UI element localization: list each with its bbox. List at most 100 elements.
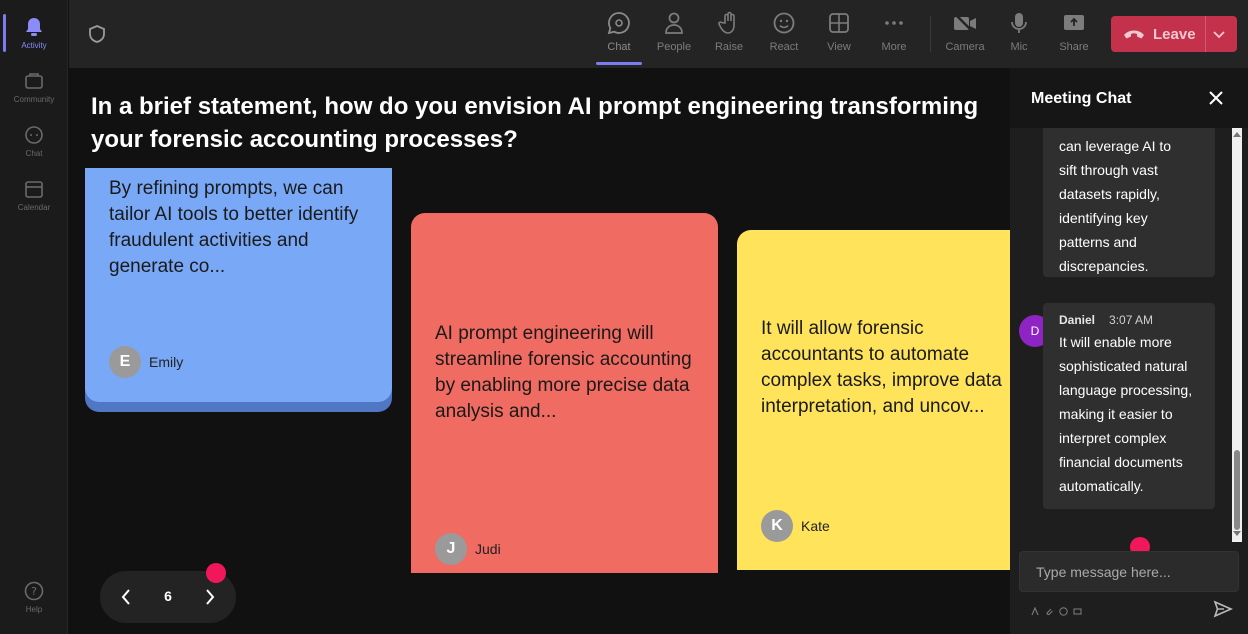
shield-icon[interactable] <box>87 24 107 44</box>
response-card-judi[interactable]: AI prompt engineering will streamline fo… <box>411 213 718 573</box>
active-tab-indicator <box>596 62 642 65</box>
response-card-emily[interactable]: By refining prompts, we can tailor AI to… <box>85 168 392 402</box>
meeting-chat-panel: Meeting Chat can leverage AI to sift thr… <box>1010 68 1248 634</box>
rail-item-activity[interactable]: Activity <box>0 8 68 58</box>
message-line: patterns and <box>1059 234 1137 250</box>
app-rail: Activity Community Chat Calendar ? Help <box>0 0 68 634</box>
message-line: sift through vast <box>1059 162 1158 178</box>
people-icon <box>661 10 687 36</box>
rail-item-label: Chat <box>25 149 43 158</box>
message-field[interactable] <box>1019 551 1239 592</box>
chat-icon <box>606 10 632 36</box>
chevron-left-icon[interactable] <box>115 586 137 608</box>
grid-icon <box>826 10 852 36</box>
message-line: interpret complex <box>1059 430 1167 446</box>
message-line: can leverage AI to <box>1059 138 1172 154</box>
community-icon <box>23 70 45 92</box>
camera-label: Camera <box>945 41 985 53</box>
message-line: identifying key <box>1059 210 1148 226</box>
avatar: J <box>435 533 467 565</box>
message-line: financial documents <box>1059 454 1183 470</box>
author-name: Judi <box>475 541 501 557</box>
bell-icon <box>23 16 45 38</box>
mic-button[interactable]: Mic <box>994 10 1044 60</box>
card-text: It will allow forensic accountants to au… <box>761 318 1002 417</box>
chat-header: Meeting Chat <box>1010 68 1248 128</box>
mic-icon <box>1006 10 1032 36</box>
react-button[interactable]: React <box>759 10 809 60</box>
rail-item-calendar[interactable]: Calendar <box>0 170 68 220</box>
chat-label: Chat <box>607 41 631 53</box>
smiley-icon <box>771 10 797 36</box>
whiteboard-stage: In a brief statement, how do you envisio… <box>69 68 1010 634</box>
raise-label: Raise <box>714 41 744 53</box>
message-line: It will enable more <box>1059 334 1172 350</box>
chat-button[interactable]: Chat <box>594 10 644 60</box>
message-line: sophisticated natural <box>1059 358 1188 374</box>
card-author: J Judi <box>435 533 501 565</box>
react-label: React <box>769 41 799 53</box>
people-button[interactable]: People <box>649 10 699 60</box>
avatar: K <box>761 510 793 542</box>
message-sender: Daniel <box>1059 313 1096 327</box>
svg-text:?: ? <box>31 585 37 598</box>
rail-item-label: Activity <box>21 41 47 50</box>
click-marker <box>206 563 226 583</box>
chat-messages: can leverage AI to sift through vast dat… <box>1010 128 1248 542</box>
view-button[interactable]: View <box>814 10 864 60</box>
view-label: View <box>827 41 851 53</box>
chevron-down-icon[interactable] <box>1211 26 1227 42</box>
message-input[interactable] <box>1020 552 1238 591</box>
rail-item-label: Help <box>25 605 43 614</box>
meeting-toolbar: Chat People Raise React View More Camera… <box>69 0 1248 68</box>
camera-off-icon <box>952 10 978 36</box>
more-icon <box>881 10 907 36</box>
message-body: can leverage AI to sift through vast dat… <box>1059 134 1171 278</box>
gif-icon[interactable] <box>1073 603 1083 615</box>
message-line: datasets rapidly, <box>1059 186 1160 202</box>
scroll-up-icon[interactable] <box>1233 131 1241 139</box>
emoji-icon[interactable] <box>1059 603 1069 616</box>
rail-item-help[interactable]: ? Help <box>0 572 68 622</box>
leave-button[interactable]: Leave <box>1111 16 1237 52</box>
hang-up-icon <box>1123 28 1149 40</box>
rail-item-community[interactable]: Community <box>0 62 68 112</box>
avatar: E <box>109 346 141 378</box>
toolbar-divider <box>930 16 931 52</box>
message-meta: Daniel 3:07 AM <box>1059 313 1153 327</box>
send-icon[interactable] <box>1213 599 1233 619</box>
rail-item-label: Community <box>13 95 55 104</box>
camera-button[interactable]: Camera <box>940 10 990 60</box>
page-number: 6 <box>164 588 172 604</box>
message-line: making it easier to <box>1059 406 1173 422</box>
message-time: 3:07 AM <box>1109 313 1154 327</box>
message-line: language processing, <box>1059 382 1193 398</box>
share-screen-icon <box>1061 10 1087 36</box>
leave-label: Leave <box>1153 25 1196 43</box>
raise-hand-button[interactable]: Raise <box>704 10 754 60</box>
scroll-down-icon[interactable] <box>1233 531 1241 539</box>
more-button[interactable]: More <box>869 10 919 60</box>
card-author: E Emily <box>109 346 183 378</box>
calendar-icon <box>23 178 45 200</box>
message-line: automatically. <box>1059 478 1144 494</box>
close-icon[interactable] <box>1207 89 1225 107</box>
help-icon: ? <box>23 580 45 602</box>
message-line: discrepancies. <box>1059 258 1149 274</box>
attach-icon[interactable] <box>1045 603 1055 616</box>
mic-label: Mic <box>1010 41 1028 53</box>
share-label: Share <box>1059 41 1089 53</box>
response-card-kate[interactable]: It will allow forensic accountants to au… <box>737 230 1010 570</box>
chevron-right-icon[interactable] <box>199 586 221 608</box>
card-text: By refining prompts, we can tailor AI to… <box>109 178 359 277</box>
leave-divider <box>1205 16 1206 52</box>
format-icon[interactable] <box>1031 603 1041 616</box>
author-name: Kate <box>801 518 830 534</box>
more-label: More <box>881 41 907 53</box>
card-author: K Kate <box>761 510 830 542</box>
author-name: Emily <box>149 354 184 370</box>
card-text: AI prompt engineering will streamline fo… <box>435 323 692 422</box>
scrollbar-thumb[interactable] <box>1234 450 1240 530</box>
rail-item-chat[interactable]: Chat <box>0 116 68 166</box>
share-button[interactable]: Share <box>1049 10 1099 60</box>
